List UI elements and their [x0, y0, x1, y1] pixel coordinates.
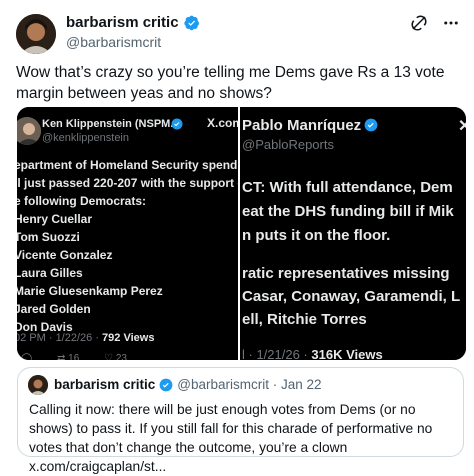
media-right-verified-icon — [364, 118, 378, 132]
media-left-line: Jared Golden — [17, 302, 91, 316]
media-left-line: Marie Gluesenkamp Perez — [17, 284, 163, 298]
author-handle[interactable]: @barbarismcrit — [66, 34, 161, 50]
media-left-line: Tom Suozzi — [17, 230, 80, 244]
media-left-avatar — [17, 117, 41, 145]
repost-count: 16 — [68, 353, 80, 360]
quote-header: barbarism critic @barbarismcrit · Jan 22 — [54, 377, 322, 392]
media-right-screenshot[interactable]: Pablo Manríquez ✕ @PabloReports CT: With… — [240, 107, 466, 360]
more-icon[interactable] — [442, 14, 460, 32]
media-right-views: 316K Views — [311, 347, 383, 360]
author-name-row: barbarism critic — [66, 14, 200, 31]
media-left-line: epartment of Homeland Security spendin — [17, 158, 238, 172]
media-left-actions: ◯ ⇄ 16 ♡ 23 — [21, 353, 127, 360]
media-right-line: ratic representatives missing — [242, 265, 450, 282]
media-right-line: Casar, Conaway, Garamendi, L — [242, 288, 461, 305]
reply-icon: ◯ — [21, 353, 33, 360]
media-left-line: Laura Gilles — [17, 266, 83, 280]
tweet-media[interactable]: Ken Klippenstein (NSPM... @kenklippenste… — [17, 107, 466, 360]
media-left-line: ll just passed 220-207 with the support … — [17, 176, 238, 190]
media-left-name: Ken Klippenstein (NSPM... — [42, 118, 180, 130]
verified-icon — [183, 15, 199, 30]
media-left-time: 02 PM · 1/22/26 · — [17, 332, 103, 344]
media-right-line: eat the DHS funding bill if Mik — [242, 203, 454, 220]
media-right-meta: l · 1/21/26 · 316K Views — [242, 347, 383, 360]
quote-text: Calling it now: there will be just enoug… — [29, 402, 433, 474]
media-left-screenshot[interactable]: Ken Klippenstein (NSPM... @kenklippenste… — [17, 107, 238, 360]
media-left-line: e following Democrats: — [17, 194, 147, 208]
author-name[interactable]: barbarism critic — [66, 14, 179, 31]
quote-author-name[interactable]: barbarism critic — [54, 377, 155, 392]
media-left-verified-icon — [171, 118, 183, 130]
media-left-views: 792 Views — [102, 332, 155, 344]
quote-handle-date[interactable]: @barbarismcrit · Jan 22 — [177, 377, 321, 392]
media-right-handle: @PabloReports — [242, 137, 334, 152]
like-icon: ♡ — [104, 353, 114, 360]
tweet-actions-top — [410, 14, 460, 32]
quote-avatar[interactable] — [28, 375, 48, 395]
media-right-line: CT: With full attendance, Dem — [242, 179, 453, 196]
media-left-line: Vicente Gonzalez — [17, 248, 113, 262]
close-icon[interactable]: ✕ — [458, 116, 466, 136]
verified-icon — [159, 378, 173, 391]
like-count: 23 — [115, 353, 127, 360]
media-right-line: n puts it on the floor. — [242, 227, 391, 244]
tweet-text: Wow that’s crazy so you’re telling me De… — [16, 64, 445, 102]
media-right-name: Pablo Manríquez — [242, 117, 362, 134]
media-left-meta: 02 PM · 1/22/26 · 792 Views — [17, 332, 154, 344]
quoted-tweet[interactable]: barbarism critic @barbarismcrit · Jan 22… — [17, 367, 464, 474]
media-right-time: l · 1/21/26 · — [242, 347, 312, 360]
author-avatar[interactable] — [16, 14, 56, 54]
media-left-line: Henry Cuellar — [17, 212, 93, 226]
repost-icon: ⇄ — [56, 353, 66, 360]
grok-icon[interactable] — [410, 14, 428, 32]
media-right-line: ell, Ritchie Torres — [242, 311, 367, 328]
media-left-xlogo: X.com — [206, 116, 238, 130]
media-left-handle: @kenklippenstein — [42, 132, 129, 144]
